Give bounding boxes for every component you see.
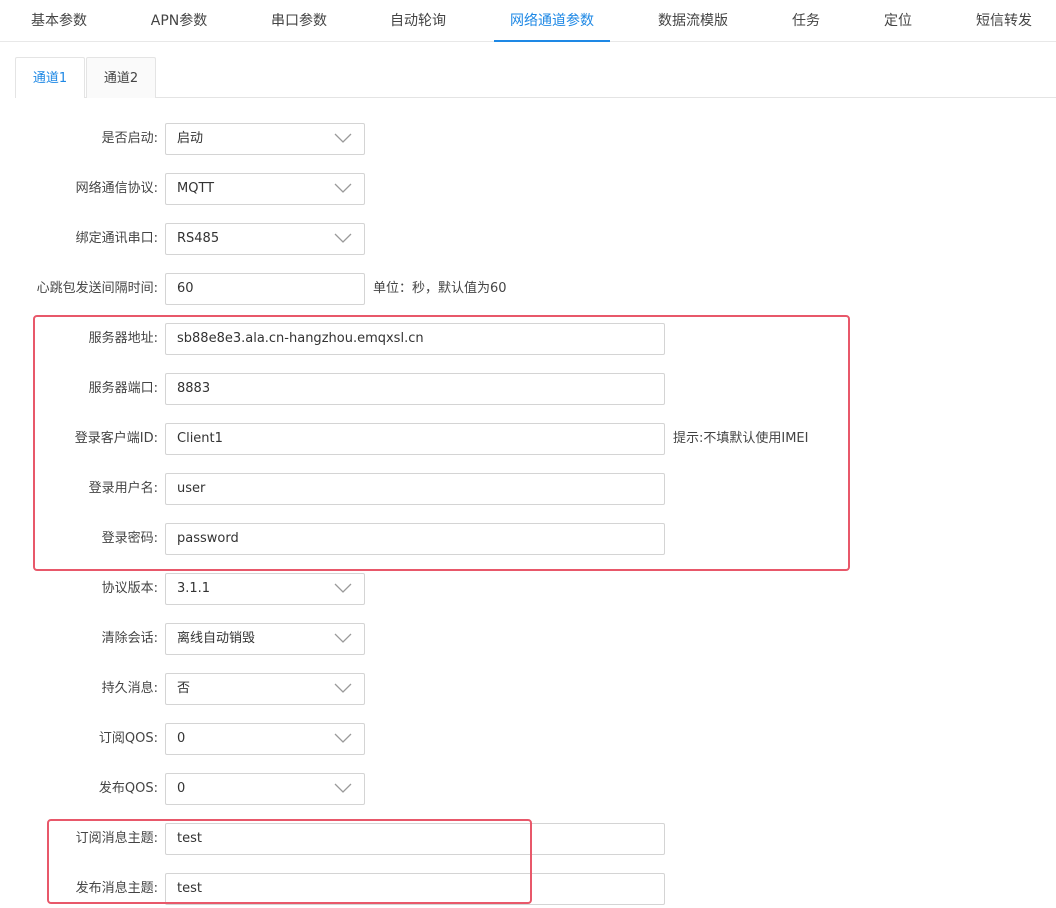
chevron-down-icon: [334, 132, 352, 144]
pub-qos-label: 发布QOS:: [98, 781, 158, 796]
heartbeat-label: 心跳包发送间隔时间:: [36, 281, 158, 296]
protocol-select[interactable]: MQTT: [165, 173, 365, 205]
protocol-version-select[interactable]: 3.1.1: [165, 573, 365, 605]
row-serial: 绑定通讯串口: RS485: [0, 223, 1056, 255]
row-pub-qos: 发布QOS: 0: [0, 773, 1056, 805]
serial-label: 绑定通讯串口:: [75, 231, 158, 246]
tab-channel-2[interactable]: 通道2: [86, 57, 156, 98]
row-protocol-version: 协议版本: 3.1.1: [0, 573, 1056, 605]
enable-value: 启动: [177, 131, 204, 146]
tab-channel-1[interactable]: 通道1: [15, 57, 85, 98]
protocol-label: 网络通信协议:: [75, 181, 158, 196]
serial-value: RS485: [177, 231, 220, 246]
retain-value: 否: [177, 681, 191, 696]
row-enable: 是否启动: 启动: [0, 123, 1056, 155]
top-tab-bar: 基本参数 APN参数 串口参数 自动轮询 网络通道参数 数据流模版 任务 定位 …: [0, 0, 1056, 42]
highlight-box-server: [33, 315, 850, 571]
chevron-down-icon: [334, 732, 352, 744]
clean-session-select[interactable]: 离线自动销毁: [165, 623, 365, 655]
tab-location[interactable]: 定位: [872, 0, 924, 41]
pub-qos-select[interactable]: 0: [165, 773, 365, 805]
row-clean-session: 清除会话: 离线自动销毁: [0, 623, 1056, 655]
tab-network-channel-params[interactable]: 网络通道参数: [494, 0, 610, 42]
row-retain: 持久消息: 否: [0, 673, 1056, 705]
tab-sms-forward[interactable]: 短信转发: [966, 0, 1042, 41]
row-sub-qos: 订阅QOS: 0: [0, 723, 1056, 755]
enable-select[interactable]: 启动: [165, 123, 365, 155]
protocol-version-value: 3.1.1: [177, 581, 211, 596]
sub-qos-label: 订阅QOS:: [98, 731, 158, 746]
tab-tasks[interactable]: 任务: [780, 0, 832, 41]
enable-label: 是否启动:: [101, 131, 158, 146]
chevron-down-icon: [334, 182, 352, 194]
heartbeat-hint: 单位：秒，默认值为60: [373, 281, 507, 296]
serial-select[interactable]: RS485: [165, 223, 365, 255]
sub-qos-value: 0: [177, 731, 186, 746]
clean-session-value: 离线自动销毁: [177, 631, 256, 646]
clean-session-label: 清除会话:: [101, 631, 158, 646]
tab-datastream-template[interactable]: 数据流模版: [650, 0, 736, 41]
tab-serial-params[interactable]: 串口参数: [257, 0, 341, 41]
sub-qos-select[interactable]: 0: [165, 723, 365, 755]
row-heartbeat: 心跳包发送间隔时间: 60 单位：秒，默认值为60: [0, 273, 1056, 305]
chevron-down-icon: [334, 632, 352, 644]
chevron-down-icon: [334, 232, 352, 244]
heartbeat-input[interactable]: 60: [165, 273, 365, 305]
tab-apn-params[interactable]: APN参数: [137, 0, 221, 41]
highlight-box-topics: [47, 819, 532, 904]
channel-tab-bar: 通道1 通道2: [15, 57, 1056, 98]
chevron-down-icon: [334, 682, 352, 694]
retain-select[interactable]: 否: [165, 673, 365, 705]
retain-label: 持久消息:: [101, 681, 158, 696]
pub-qos-value: 0: [177, 781, 186, 796]
protocol-version-label: 协议版本:: [101, 581, 158, 596]
chevron-down-icon: [334, 782, 352, 794]
protocol-value: MQTT: [177, 181, 215, 196]
tab-basic-params[interactable]: 基本参数: [17, 0, 101, 41]
tab-auto-polling[interactable]: 自动轮询: [376, 0, 460, 41]
chevron-down-icon: [334, 582, 352, 594]
row-protocol: 网络通信协议: MQTT: [0, 173, 1056, 205]
